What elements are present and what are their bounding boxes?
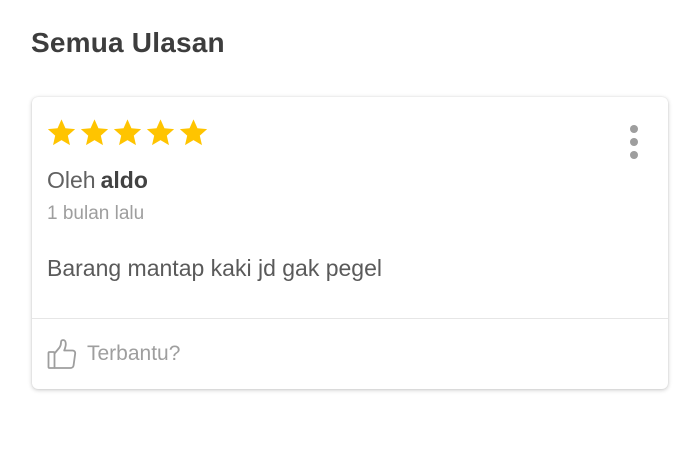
more-vertical-icon-dot	[630, 138, 638, 146]
star-rating	[46, 117, 209, 148]
helpful-label: Terbantu?	[87, 342, 181, 365]
star-icon	[113, 119, 142, 146]
review-author[interactable]: aldo	[101, 167, 148, 193]
helpful-button[interactable]: Terbantu?	[47, 338, 180, 370]
more-vertical-icon-dot	[630, 151, 638, 159]
star-icon	[179, 119, 208, 146]
star-icon	[146, 119, 175, 146]
star-icon	[80, 119, 109, 146]
reviews-page: Semua Ulasan Oleh aldo 1 bulan lalu Baran…	[0, 0, 700, 450]
review-byline: Oleh aldo	[47, 167, 148, 194]
more-options-button[interactable]	[622, 125, 646, 165]
star-icon	[47, 119, 76, 146]
more-vertical-icon	[630, 125, 638, 133]
by-prefix: Oleh	[47, 167, 96, 193]
section-title: Semua Ulasan	[31, 27, 225, 58]
review-time: 1 bulan lalu	[47, 203, 145, 224]
divider	[32, 318, 668, 319]
thumbs-up-icon	[47, 339, 77, 369]
review-text: Barang mantap kaki jd gak pegel	[47, 255, 382, 281]
review-card: Oleh aldo 1 bulan lalu Barang mantap kaki…	[32, 97, 668, 389]
